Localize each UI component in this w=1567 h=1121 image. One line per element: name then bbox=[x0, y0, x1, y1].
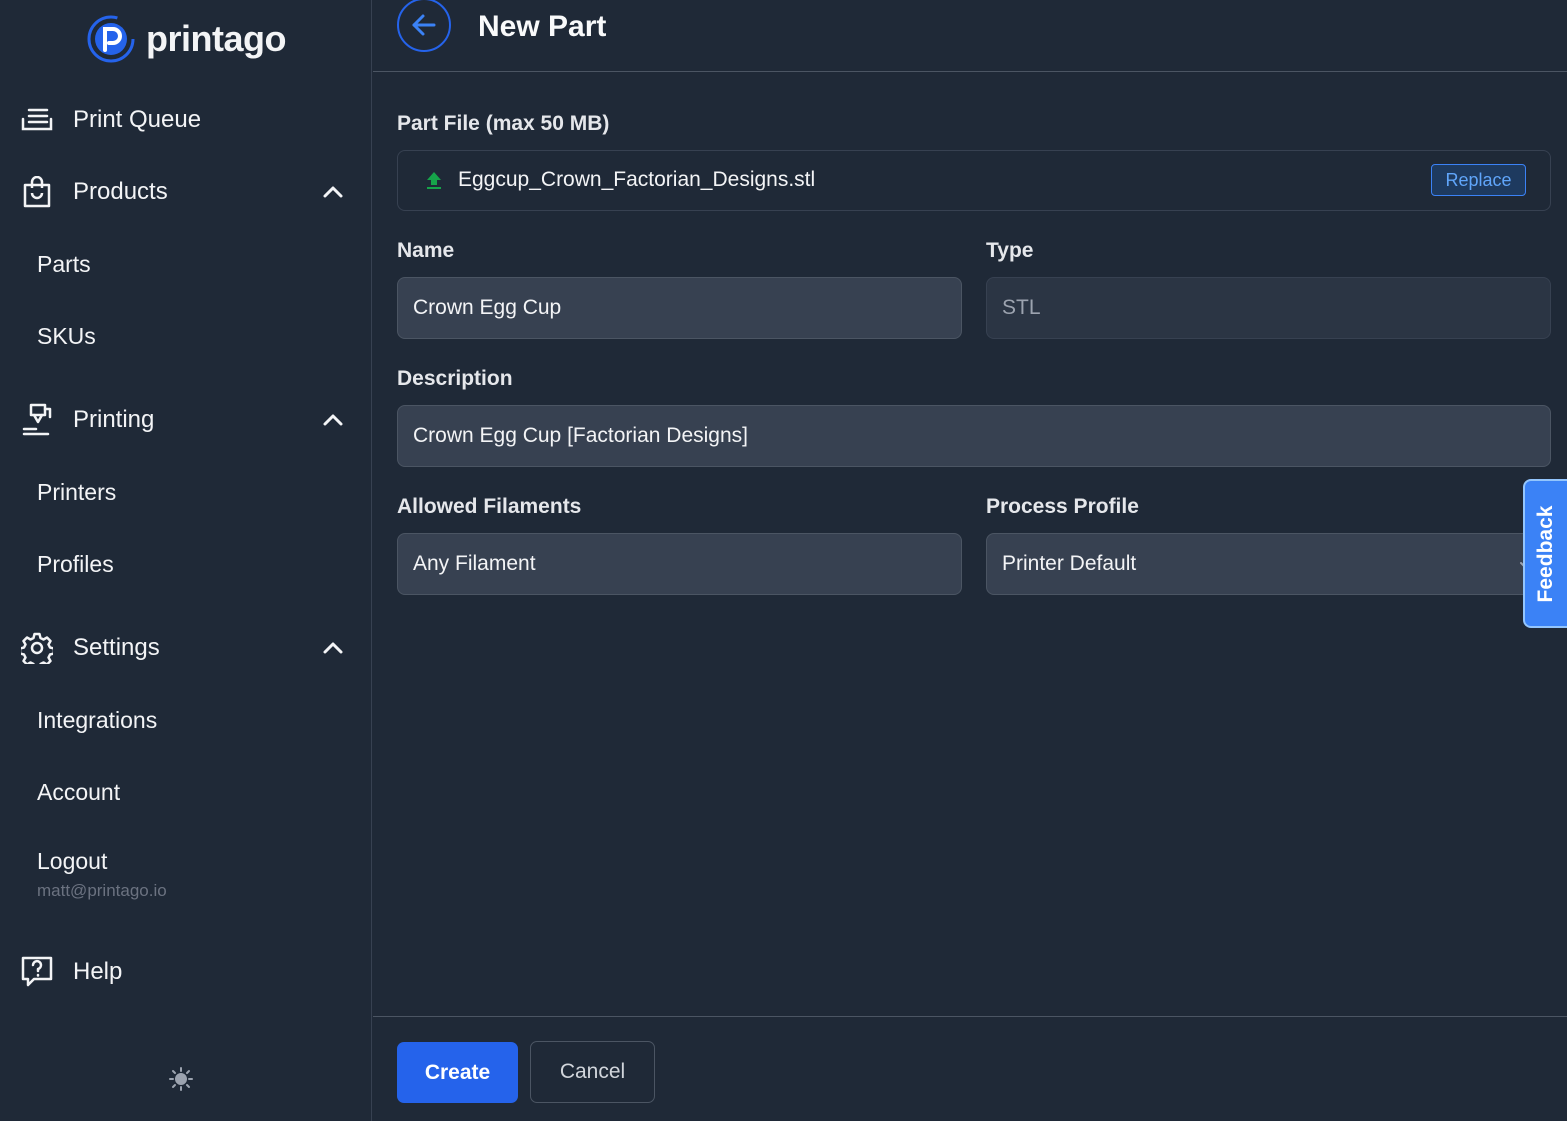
feedback-label: Feedback bbox=[1534, 505, 1557, 602]
sidebar-item-skus[interactable]: SKUs bbox=[0, 308, 372, 364]
sidebar-item-label: Help bbox=[73, 958, 123, 985]
sidebar-item-label: SKUs bbox=[37, 322, 96, 349]
part-file-box: Eggcup_Crown_Factorian_Designs.stl Repla… bbox=[397, 150, 1551, 211]
process-profile-select[interactable]: Printer Default bbox=[986, 533, 1551, 595]
chevron-up-icon[interactable] bbox=[320, 179, 346, 205]
sidebar-item-label: Products bbox=[73, 178, 168, 205]
allowed-filaments-value: Any Filament bbox=[413, 552, 536, 575]
sidebar-item-label: Account bbox=[37, 778, 121, 805]
sidebar-item-printers[interactable]: Printers bbox=[0, 464, 372, 520]
replace-button[interactable]: Replace bbox=[1431, 164, 1526, 196]
process-profile-label: Process Profile bbox=[986, 495, 1139, 518]
cancel-button[interactable]: Cancel bbox=[530, 1041, 655, 1103]
description-input[interactable] bbox=[413, 406, 1535, 466]
sidebar-item-logout[interactable]: Logout matt@printago.io bbox=[37, 848, 167, 901]
sidebar-item-products[interactable]: Products bbox=[0, 164, 372, 220]
sidebar-item-printing[interactable]: Printing bbox=[0, 392, 372, 448]
arrow-left-icon bbox=[412, 14, 436, 36]
name-input[interactable] bbox=[413, 278, 946, 338]
sidebar-item-account[interactable]: Account bbox=[0, 764, 372, 820]
logout-label: Logout bbox=[37, 848, 108, 874]
sidebar-item-label: Settings bbox=[73, 634, 160, 661]
type-label: Type bbox=[986, 239, 1034, 262]
process-profile-value: Printer Default bbox=[1002, 552, 1137, 575]
sidebar-item-parts[interactable]: Parts bbox=[0, 236, 372, 292]
help-icon bbox=[20, 955, 54, 989]
sidebar: printago Print Queue Products Parts SKUs… bbox=[0, 0, 372, 1121]
user-email: matt@printago.io bbox=[37, 881, 167, 900]
feedback-tab[interactable]: Feedback bbox=[1523, 479, 1567, 628]
chevron-up-icon[interactable] bbox=[320, 407, 346, 433]
brand-name: printago bbox=[146, 18, 286, 59]
name-field bbox=[397, 277, 962, 339]
type-field bbox=[986, 277, 1551, 339]
part-file-name: Eggcup_Crown_Factorian_Designs.stl bbox=[458, 168, 816, 191]
gear-icon bbox=[20, 631, 54, 665]
shopping-bag-icon bbox=[20, 175, 54, 209]
sidebar-item-label: Integrations bbox=[37, 706, 158, 733]
print-queue-icon bbox=[20, 103, 54, 137]
sidebar-item-help[interactable]: Help bbox=[0, 944, 372, 1000]
brand[interactable]: printago bbox=[86, 14, 286, 64]
sidebar-item-settings[interactable]: Settings bbox=[0, 620, 372, 676]
allowed-filaments-label: Allowed Filaments bbox=[397, 495, 582, 518]
page-title: New Part bbox=[478, 10, 607, 43]
description-field bbox=[397, 405, 1551, 467]
printer-nozzle-icon bbox=[20, 403, 54, 437]
create-button[interactable]: Create bbox=[397, 1042, 518, 1103]
sidebar-item-print-queue[interactable]: Print Queue bbox=[0, 92, 372, 148]
chevron-up-icon[interactable] bbox=[320, 635, 346, 661]
sidebar-item-label: Parts bbox=[37, 250, 91, 277]
sidebar-item-label: Printers bbox=[37, 478, 117, 505]
sidebar-item-label: Profiles bbox=[37, 550, 114, 577]
sidebar-item-label: Print Queue bbox=[73, 106, 202, 133]
allowed-filaments-select[interactable]: Any Filament bbox=[397, 533, 962, 595]
description-label: Description bbox=[397, 367, 513, 390]
printago-logo-icon bbox=[87, 15, 135, 63]
sun-icon[interactable] bbox=[168, 1066, 194, 1092]
sidebar-item-integrations[interactable]: Integrations bbox=[0, 692, 372, 748]
page-header: New Part bbox=[373, 0, 1567, 72]
part-file-label: Part File (max 50 MB) bbox=[397, 112, 610, 135]
sidebar-item-label: Printing bbox=[73, 406, 155, 433]
type-input bbox=[1002, 278, 1535, 338]
back-button[interactable] bbox=[397, 0, 451, 52]
sidebar-item-profiles[interactable]: Profiles bbox=[0, 536, 372, 592]
name-label: Name bbox=[397, 239, 455, 262]
form-footer: Create Cancel bbox=[373, 1016, 1567, 1121]
upload-icon bbox=[427, 172, 441, 189]
